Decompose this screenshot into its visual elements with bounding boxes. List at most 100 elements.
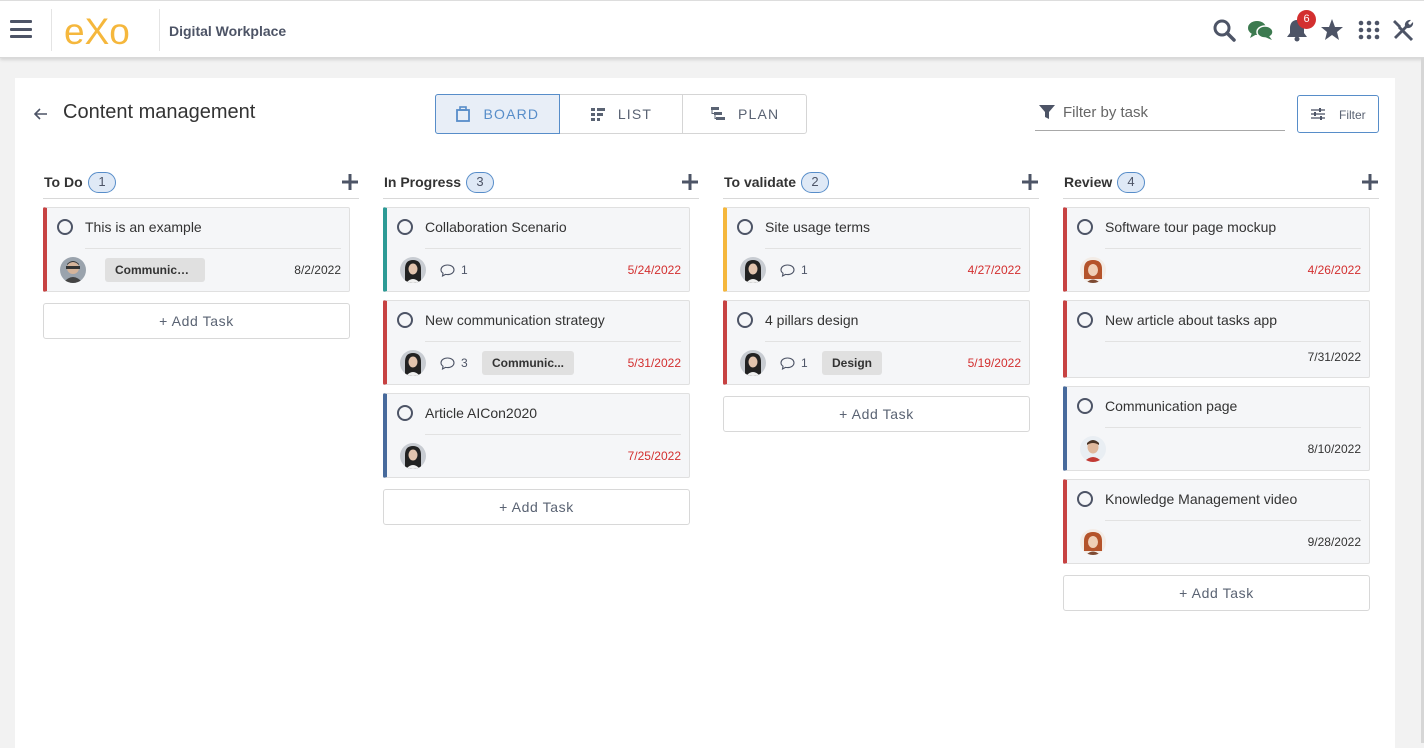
complete-task-checkbox[interactable] — [1077, 491, 1093, 507]
task-title[interactable]: New article about tasks app — [1105, 312, 1277, 328]
comments-count[interactable]: 1 — [440, 263, 468, 277]
add-task-plus-icon[interactable] — [1021, 173, 1039, 191]
add-task-button[interactable]: + Add Task — [43, 303, 350, 339]
task-card[interactable]: Software tour page mockup 4/26/2022 — [1063, 207, 1370, 292]
task-label-chip[interactable]: Design — [822, 351, 883, 375]
card-divider — [1105, 248, 1361, 249]
task-label-chip[interactable]: Communication — [105, 258, 205, 282]
gantt-icon — [710, 107, 725, 120]
project-title: Content management — [63, 101, 256, 123]
tab-plan[interactable]: PLAN — [683, 95, 806, 133]
task-card[interactable]: Article AICon2020 7/25/2022 — [383, 393, 690, 478]
column-title: To Do — [44, 174, 83, 190]
due-date[interactable]: 8/10/2022 — [1308, 442, 1361, 456]
task-card[interactable]: This is an example Communication 8/2/2022 — [43, 207, 350, 292]
filter-by-task-input[interactable]: Filter by task — [1035, 96, 1285, 131]
task-title[interactable]: Site usage terms — [765, 219, 870, 235]
task-label-chip[interactable]: Communic... — [482, 351, 575, 375]
task-card[interactable]: New communication strategy 3 Communic... 5/… — [383, 300, 690, 385]
search-icon[interactable] — [1212, 18, 1236, 42]
add-task-button[interactable]: + Add Task — [1063, 575, 1370, 611]
task-card[interactable]: Collaboration Scenario 1 5/24/2022 — [383, 207, 690, 292]
filter-button-label: Filter — [1339, 108, 1366, 122]
admin-tools-icon[interactable] — [1391, 18, 1415, 42]
tab-plan-label: PLAN — [737, 106, 780, 122]
task-title[interactable]: Software tour page mockup — [1105, 219, 1276, 235]
task-title[interactable]: 4 pillars design — [765, 312, 858, 328]
add-task-plus-icon[interactable] — [341, 173, 359, 191]
exo-logo[interactable]: eXo — [64, 10, 148, 50]
due-date[interactable]: 7/31/2022 — [1308, 350, 1361, 364]
add-task-plus-icon[interactable] — [681, 173, 699, 191]
task-title[interactable]: Knowledge Management video — [1105, 491, 1297, 507]
assignee-avatar[interactable] — [740, 257, 766, 283]
tab-list-label: LIST — [617, 106, 653, 122]
tab-board[interactable]: BOARD — [435, 94, 560, 134]
complete-task-checkbox[interactable] — [57, 219, 73, 235]
assignee-avatar[interactable] — [60, 257, 86, 283]
complete-task-checkbox[interactable] — [737, 312, 753, 328]
due-date[interactable]: 5/31/2022 — [628, 356, 681, 370]
complete-task-checkbox[interactable] — [397, 312, 413, 328]
comments-count-value: 3 — [461, 356, 468, 370]
due-date[interactable]: 9/28/2022 — [1308, 535, 1361, 549]
task-card[interactable]: Communication page 8/10/2022 — [1063, 386, 1370, 471]
column-header: Review 4 — [1063, 171, 1379, 199]
task-card[interactable]: Site usage terms 1 4/27/2022 — [723, 207, 1030, 292]
comment-icon — [780, 263, 795, 277]
back-arrow-icon[interactable] — [33, 106, 49, 122]
star-icon[interactable] — [1320, 18, 1344, 42]
comments-count[interactable]: 1 — [780, 356, 808, 370]
site-name[interactable]: Digital Workplace — [169, 23, 286, 39]
card-divider — [425, 248, 681, 249]
task-count-badge: 2 — [801, 172, 829, 193]
task-card[interactable]: Knowledge Management video 9/28/2022 — [1063, 479, 1370, 564]
task-title[interactable]: New communication strategy — [425, 312, 605, 328]
task-title[interactable]: Collaboration Scenario — [425, 219, 567, 235]
complete-task-checkbox[interactable] — [397, 219, 413, 235]
task-title[interactable]: Article AICon2020 — [425, 405, 537, 421]
complete-task-checkbox[interactable] — [1077, 398, 1093, 414]
assignee-avatar[interactable] — [1080, 436, 1106, 462]
due-date[interactable]: 4/26/2022 — [1308, 263, 1361, 277]
task-count-badge: 4 — [1117, 172, 1145, 193]
tab-board-label: BOARD — [483, 106, 540, 122]
task-card[interactable]: 4 pillars design 1 Design 5/19/2022 — [723, 300, 1030, 385]
complete-task-checkbox[interactable] — [737, 219, 753, 235]
assignee-avatar[interactable] — [400, 257, 426, 283]
card-divider — [1105, 427, 1361, 428]
assignee-avatar[interactable] — [1080, 529, 1106, 555]
complete-task-checkbox[interactable] — [1077, 219, 1093, 235]
complete-task-checkbox[interactable] — [397, 405, 413, 421]
comments-count[interactable]: 3 — [440, 356, 468, 370]
top-bar: eXo Digital Workplace 6 — [0, 0, 1424, 58]
complete-task-checkbox[interactable] — [1077, 312, 1093, 328]
assignee-avatar[interactable] — [400, 350, 426, 376]
task-title[interactable]: Communication page — [1105, 398, 1237, 414]
filter-button[interactable]: Filter — [1297, 95, 1379, 133]
task-card[interactable]: New article about tasks app 7/31/2022 — [1063, 300, 1370, 378]
apps-grid-icon[interactable] — [1357, 18, 1381, 42]
due-date[interactable]: 5/24/2022 — [628, 263, 681, 277]
menu-icon[interactable] — [10, 20, 32, 38]
funnel-icon — [1039, 105, 1055, 119]
add-task-button[interactable]: + Add Task — [723, 396, 1030, 432]
assignee-avatar[interactable] — [1080, 257, 1106, 283]
chat-icon[interactable] — [1247, 18, 1274, 42]
due-date[interactable]: 5/19/2022 — [968, 356, 1021, 370]
add-task-plus-icon[interactable] — [1361, 173, 1379, 191]
card-divider — [85, 248, 341, 249]
comments-count[interactable]: 1 — [780, 263, 808, 277]
add-task-button[interactable]: + Add Task — [383, 489, 690, 525]
task-title[interactable]: This is an example — [85, 219, 202, 235]
assignee-avatar[interactable] — [740, 350, 766, 376]
due-date[interactable]: 7/25/2022 — [628, 449, 681, 463]
notification-badge: 6 — [1297, 10, 1316, 29]
due-date[interactable]: 8/2/2022 — [294, 263, 341, 277]
due-date[interactable]: 4/27/2022 — [968, 263, 1021, 277]
column-header: To Do 1 — [43, 171, 359, 199]
assignee-avatar[interactable] — [400, 443, 426, 469]
view-switcher: BOARD LIST PLAN — [435, 94, 807, 134]
comment-icon — [440, 356, 455, 370]
tab-list[interactable]: LIST — [560, 95, 684, 133]
